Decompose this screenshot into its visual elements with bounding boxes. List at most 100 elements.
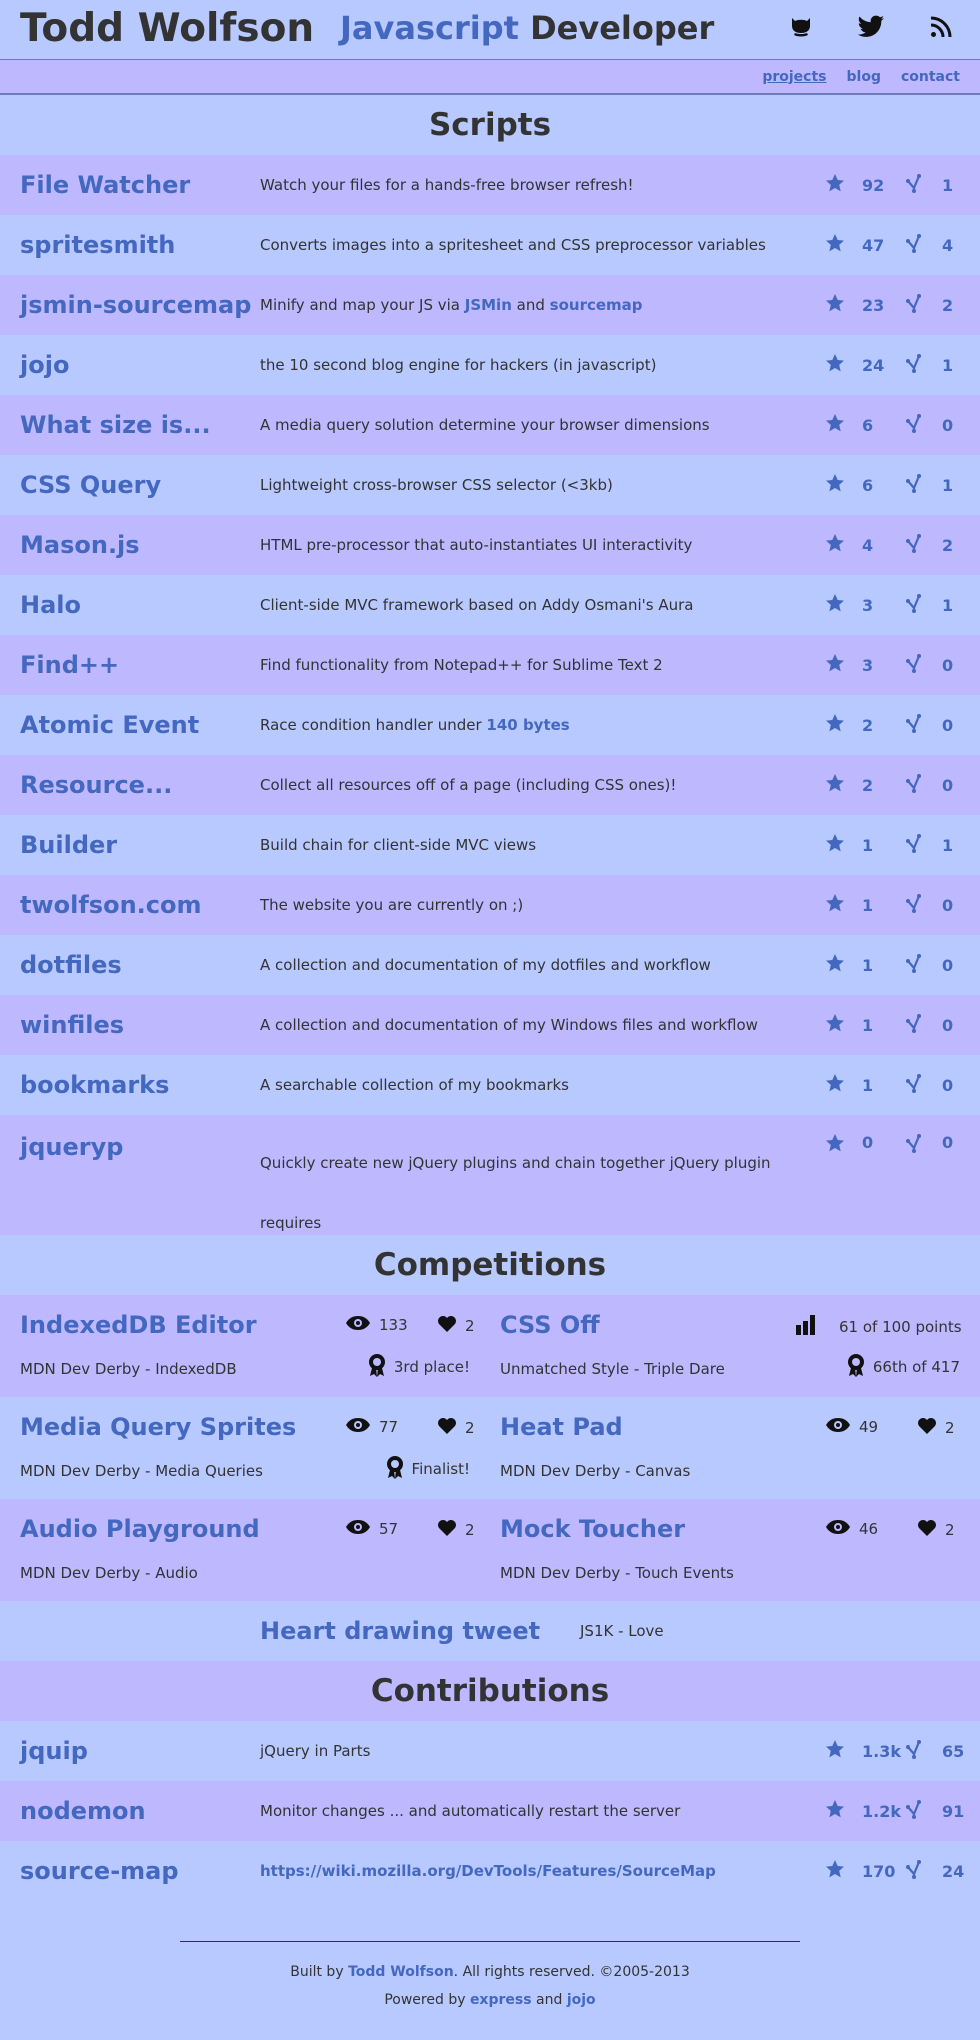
star-icon[interactable] [825, 833, 845, 857]
fork-count[interactable]: 0 [942, 896, 953, 915]
fork-count[interactable]: 0 [942, 416, 953, 435]
star-icon[interactable] [825, 173, 845, 197]
fork-icon[interactable] [905, 1013, 925, 1037]
star-count[interactable]: 1.2k [862, 1802, 901, 1821]
nav-contact[interactable]: contact [901, 69, 960, 85]
star-count[interactable]: 23 [862, 296, 884, 315]
fork-count[interactable]: 0 [942, 1016, 953, 1035]
star-count[interactable]: 1 [862, 956, 873, 975]
description-link[interactable]: sourcemap [550, 296, 643, 314]
star-count[interactable]: 6 [862, 416, 873, 435]
fork-count[interactable]: 1 [942, 596, 953, 615]
fork-count[interactable]: 0 [942, 956, 953, 975]
star-count[interactable]: 2 [862, 776, 873, 795]
fork-icon[interactable] [905, 233, 925, 257]
project-name[interactable]: source-map [20, 1857, 179, 1885]
fork-icon[interactable] [905, 1133, 925, 1157]
nav-projects[interactable]: projects [762, 69, 826, 85]
nav-blog[interactable]: blog [847, 69, 881, 85]
fork-icon[interactable] [905, 773, 925, 797]
fork-icon[interactable] [905, 833, 925, 857]
fork-count[interactable]: 2 [942, 536, 953, 555]
star-count[interactable]: 24 [862, 356, 884, 375]
competition-title[interactable]: Audio Playground [20, 1515, 260, 1543]
fork-count[interactable]: 24 [942, 1862, 964, 1881]
star-count[interactable]: 170 [862, 1862, 895, 1881]
project-name[interactable]: Atomic Event [20, 711, 199, 739]
star-icon[interactable] [825, 293, 845, 317]
fork-count[interactable]: 91 [942, 1802, 964, 1821]
fork-count[interactable]: 0 [942, 716, 953, 735]
competition-title[interactable]: Heart drawing tweet [260, 1617, 540, 1645]
star-icon[interactable] [825, 533, 845, 557]
description-link[interactable]: 140 bytes [486, 716, 569, 734]
project-name[interactable]: dotfiles [20, 951, 122, 979]
star-icon[interactable] [825, 773, 845, 797]
star-icon[interactable] [825, 1859, 845, 1883]
star-count[interactable]: 3 [862, 596, 873, 615]
project-name[interactable]: jsmin-sourcemap [20, 291, 251, 319]
star-count[interactable]: 3 [862, 656, 873, 675]
project-name[interactable]: winfiles [20, 1011, 124, 1039]
project-name[interactable]: Find++ [20, 651, 119, 679]
express-link[interactable]: express [470, 1992, 532, 2008]
fork-count[interactable]: 0 [942, 656, 953, 675]
author-link[interactable]: Todd Wolfson [348, 1964, 454, 1980]
star-icon[interactable] [825, 233, 845, 257]
project-name[interactable]: nodemon [20, 1797, 146, 1825]
star-count[interactable]: 1 [862, 836, 873, 855]
fork-icon[interactable] [905, 1859, 925, 1883]
fork-icon[interactable] [905, 593, 925, 617]
star-count[interactable]: 47 [862, 236, 884, 255]
description-link[interactable]: https://wiki.mozilla.org/DevTools/Featur… [260, 1862, 716, 1880]
project-name[interactable]: File Watcher [20, 171, 190, 199]
star-icon[interactable] [825, 353, 845, 377]
competition-title[interactable]: IndexedDB Editor [20, 1311, 257, 1339]
star-icon[interactable] [825, 893, 845, 917]
fork-icon[interactable] [905, 1073, 925, 1097]
fork-icon[interactable] [905, 413, 925, 437]
competition-title[interactable]: Mock Toucher [500, 1515, 685, 1543]
fork-count[interactable]: 0 [942, 1133, 953, 1152]
fork-count[interactable]: 0 [942, 1076, 953, 1095]
star-icon[interactable] [825, 653, 845, 677]
project-name[interactable]: CSS Query [20, 471, 161, 499]
fork-icon[interactable] [905, 473, 925, 497]
project-name[interactable]: spritesmith [20, 231, 175, 259]
star-icon[interactable] [825, 1799, 845, 1823]
star-count[interactable]: 1 [862, 1016, 873, 1035]
project-name[interactable]: Builder [20, 831, 117, 859]
star-icon[interactable] [825, 1739, 845, 1763]
twitter-icon[interactable] [856, 12, 886, 42]
project-name[interactable]: jquip [20, 1737, 88, 1765]
fork-icon[interactable] [905, 293, 925, 317]
star-count[interactable]: 92 [862, 176, 884, 195]
project-name[interactable]: Halo [20, 591, 81, 619]
fork-icon[interactable] [905, 1739, 925, 1763]
site-title[interactable]: Todd Wolfson [20, 6, 314, 51]
fork-count[interactable]: 4 [942, 236, 953, 255]
competition-title[interactable]: CSS Off [500, 1311, 600, 1339]
fork-count[interactable]: 65 [942, 1742, 964, 1761]
fork-icon[interactable] [905, 713, 925, 737]
fork-icon[interactable] [905, 1799, 925, 1823]
description-link[interactable]: JSMin [465, 296, 512, 314]
competition-title[interactable]: Media Query Sprites [20, 1413, 296, 1441]
fork-count[interactable]: 0 [942, 776, 953, 795]
star-icon[interactable] [825, 413, 845, 437]
fork-icon[interactable] [905, 353, 925, 377]
star-count[interactable]: 6 [862, 476, 873, 495]
fork-icon[interactable] [905, 173, 925, 197]
project-name[interactable]: Resource... [20, 771, 172, 799]
fork-icon[interactable] [905, 653, 925, 677]
project-name[interactable]: bookmarks [20, 1071, 169, 1099]
fork-count[interactable]: 1 [942, 176, 953, 195]
project-name[interactable]: twolfson.com [20, 891, 202, 919]
competition-title[interactable]: Heat Pad [500, 1413, 623, 1441]
star-count[interactable]: 1.3k [862, 1742, 901, 1761]
star-icon[interactable] [825, 473, 845, 497]
jojo-link[interactable]: jojo [567, 1992, 596, 2008]
star-icon[interactable] [825, 953, 845, 977]
project-name[interactable]: What size is... [20, 411, 211, 439]
fork-icon[interactable] [905, 953, 925, 977]
